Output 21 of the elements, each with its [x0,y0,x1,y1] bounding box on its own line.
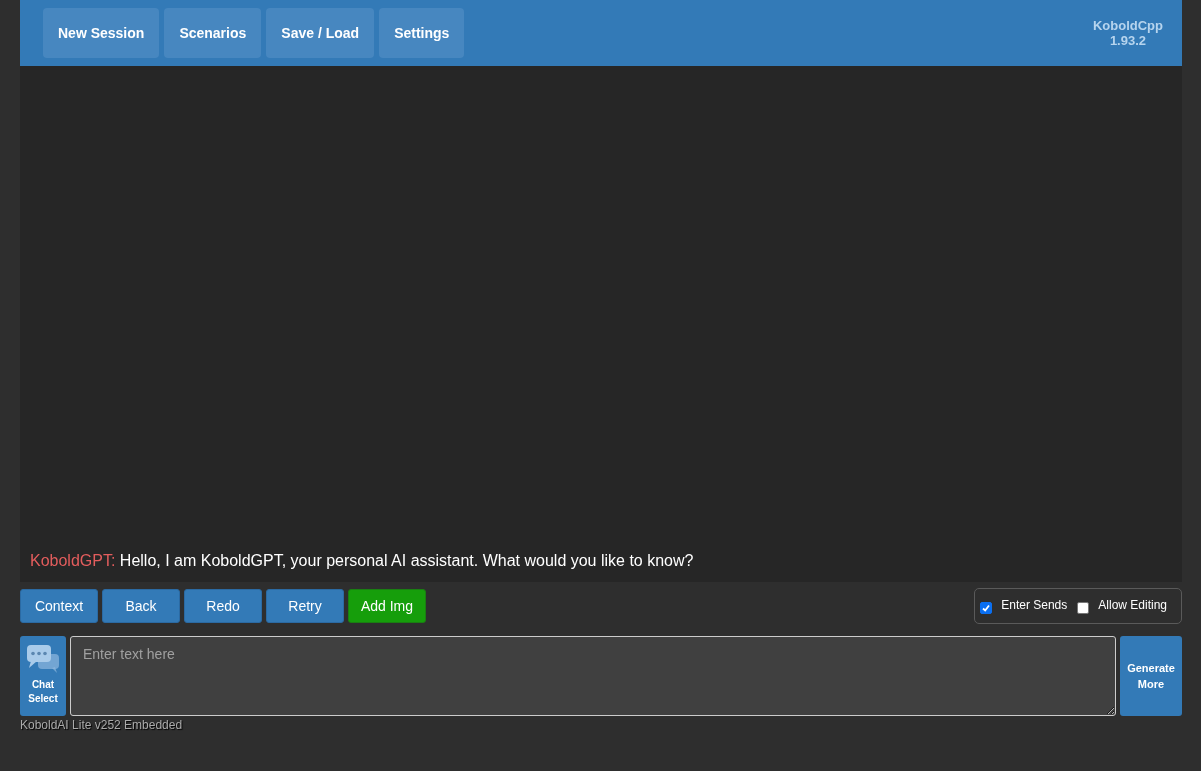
app-name: KoboldCpp [1092,18,1163,33]
footer-text: KoboldAI Lite v252 Embedded [20,718,183,732]
action-button[interactable]: Add Img [348,589,426,623]
checkbox[interactable] [1077,602,1090,614]
checkbox-label: Allow Editing [1098,598,1167,612]
checkbox[interactable] [980,602,993,614]
chat-select-button[interactable]: Chat Select [20,636,66,716]
nav-button[interactable]: Scenarios [164,8,262,58]
chat-message: KoboldGPT: Hello, I am KoboldGPT, your personal AI assistant. What would you like to know? [30,552,695,570]
action-button[interactable]: Context [20,589,98,623]
action-button[interactable]: Retry [266,589,344,623]
nav-button[interactable]: Save / Load [266,8,375,58]
chat-bubbles-icon [26,644,60,674]
action-button[interactable]: Redo [184,589,262,623]
nav-button[interactable]: Settings [379,8,465,58]
nav-button[interactable]: New Session [43,8,160,58]
action-button[interactable]: Back [102,589,180,623]
generate-more-button[interactable]: Generate More [1120,636,1182,716]
app-version: 1.93.2 [1109,33,1147,48]
checkbox-label: Enter Sends [1001,598,1068,612]
message-input[interactable]: Enter text here [70,636,1116,716]
